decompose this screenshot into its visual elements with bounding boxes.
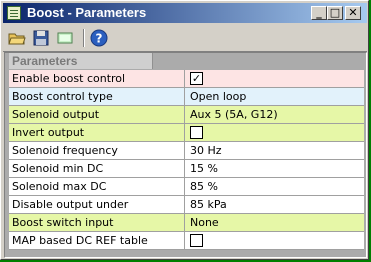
parameter-row[interactable]: Enable boost control ✓ [9, 70, 364, 88]
minimize-button[interactable]: _ [311, 6, 327, 20]
parameter-value[interactable]: None [185, 214, 364, 231]
parameter-row[interactable]: Solenoid min DC 15 % [9, 160, 364, 178]
folder-open-icon[interactable] [7, 28, 27, 48]
parameter-row[interactable]: Solenoid frequency 30 Hz [9, 142, 364, 160]
parameter-checkbox[interactable] [190, 234, 203, 247]
parameter-row[interactable]: Solenoid max DC 85 % [9, 178, 364, 196]
parameter-checkbox[interactable]: ✓ [190, 72, 203, 85]
parameter-label: Disable output under [9, 196, 185, 213]
parameter-row[interactable]: Solenoid output Aux 5 (5A, G12) [9, 106, 364, 124]
parameter-value[interactable] [185, 232, 364, 249]
parameter-label: Invert output [9, 124, 185, 141]
window-title: Boost - Parameters [27, 5, 147, 20]
parameter-value[interactable]: 85 kPa [185, 196, 364, 213]
save-icon[interactable] [31, 28, 51, 48]
boost-parameters-window: Boost - Parameters _ □ ✕ ? Parameters En… [0, 0, 369, 260]
parameter-row[interactable]: Invert output [9, 124, 364, 142]
toolbar: ? [3, 25, 367, 52]
parameter-row[interactable]: Boost switch input None [9, 214, 364, 232]
app-table-icon [7, 6, 21, 20]
parameter-value[interactable] [185, 124, 364, 141]
parameter-row[interactable]: Disable output under 85 kPa [9, 196, 364, 214]
parameter-label: Boost switch input [9, 214, 185, 231]
parameter-checkbox[interactable] [190, 126, 203, 139]
toolbar-separator [83, 29, 85, 47]
parameter-label: Boost control type [9, 88, 185, 105]
parameter-value[interactable]: Open loop [185, 88, 364, 105]
parameter-row[interactable]: Boost control type Open loop [9, 88, 364, 106]
parameter-value[interactable]: 85 % [185, 178, 364, 195]
parameter-value[interactable]: 15 % [185, 160, 364, 177]
panel-icon[interactable] [55, 28, 75, 48]
parameter-label: MAP based DC REF table [9, 232, 185, 249]
parameter-label: Solenoid min DC [9, 160, 185, 177]
parameters-section-header[interactable]: Parameters [9, 53, 153, 69]
parameters-grid: Parameters Enable boost control ✓ Boost co… [4, 52, 367, 258]
parameter-label: Solenoid max DC [9, 178, 185, 195]
parameter-label: Solenoid output [9, 106, 185, 123]
title-bar[interactable]: Boost - Parameters _ □ ✕ [3, 3, 367, 23]
svg-text:?: ? [96, 32, 103, 46]
parameter-label: Enable boost control [9, 70, 185, 87]
parameter-value[interactable]: Aux 5 (5A, G12) [185, 106, 364, 123]
parameter-value[interactable]: ✓ [185, 70, 364, 87]
help-icon[interactable]: ? [89, 28, 109, 48]
maximize-button[interactable]: □ [327, 6, 343, 20]
parameter-label: Solenoid frequency [9, 142, 185, 159]
parameter-value[interactable]: 30 Hz [185, 142, 364, 159]
parameter-row[interactable]: MAP based DC REF table [9, 232, 364, 250]
close-button[interactable]: ✕ [345, 6, 361, 20]
